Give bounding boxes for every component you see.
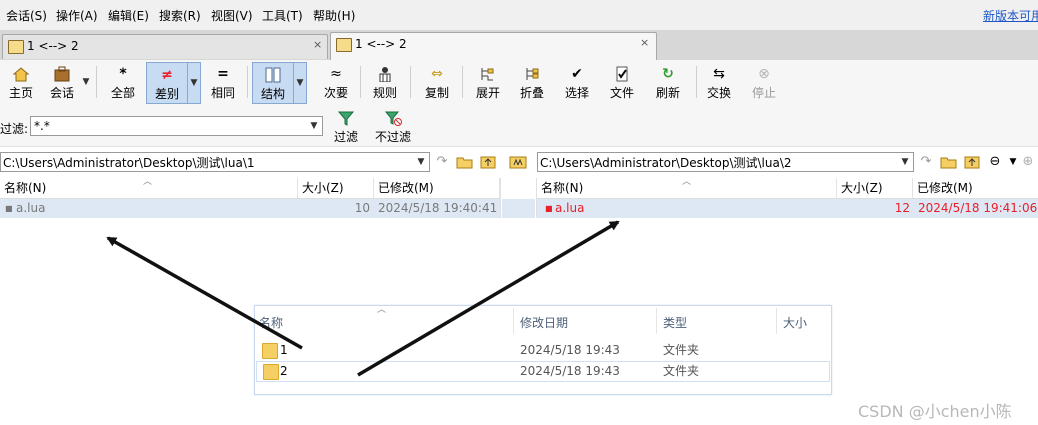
- annotation-arrows: [106, 220, 620, 377]
- watermark: CSDN @小chen小陈: [858, 402, 1012, 421]
- arrow-to-right-pane: [357, 220, 620, 377]
- arrow-to-left-pane: [106, 236, 303, 350]
